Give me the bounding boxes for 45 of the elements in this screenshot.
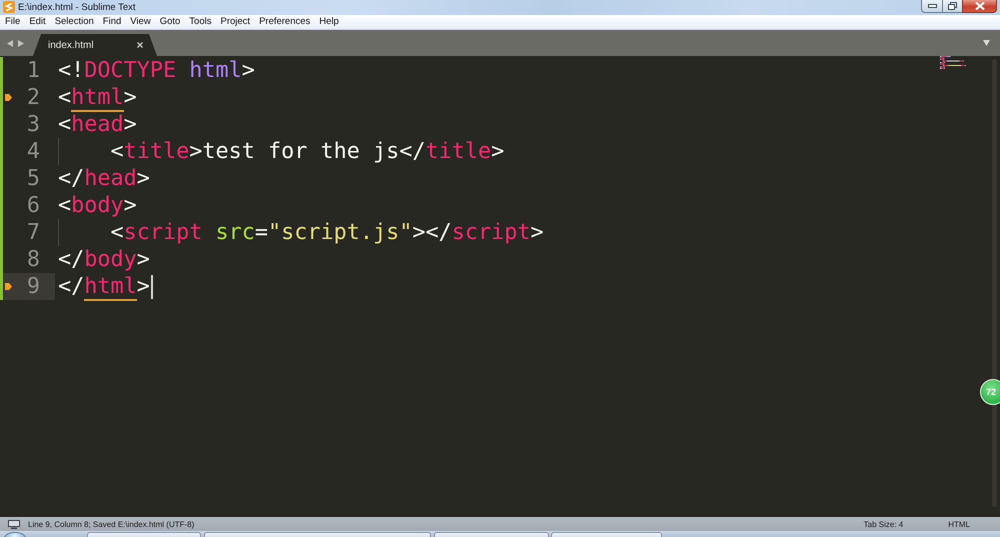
close-icon[interactable] xyxy=(137,42,143,48)
monitor-icon[interactable] xyxy=(8,520,20,528)
menu-item[interactable]: View xyxy=(126,15,155,29)
line-number: 4 xyxy=(26,138,41,165)
menu-item[interactable]: Selection xyxy=(50,15,98,29)
line-number: 1 xyxy=(26,57,41,84)
code-line: <html> xyxy=(58,84,137,111)
code-line: <head> xyxy=(58,111,137,138)
status-message: Line 9, Column 8; Saved E:\index.html (UTF-8) xyxy=(28,520,194,528)
triangle-down-icon[interactable] xyxy=(983,40,990,46)
code-line: <!DOCTYPE html> xyxy=(58,57,255,84)
line-number: 9 xyxy=(26,273,41,300)
file-tab[interactable]: index.html xyxy=(33,34,157,56)
line-number: 8 xyxy=(26,246,41,273)
syntax-label[interactable]: HTML xyxy=(948,520,970,528)
code-line: <script src="script.js"></script> xyxy=(58,219,544,246)
code-line: </html> xyxy=(58,273,150,300)
menu-item[interactable]: Find xyxy=(98,15,126,29)
close-icon xyxy=(974,2,984,10)
code-line: <body> xyxy=(58,192,137,219)
menu-item[interactable]: Tools xyxy=(185,15,216,29)
line-number: 6 xyxy=(26,192,41,219)
menu-item[interactable]: File xyxy=(1,15,24,29)
code-line: <title>test for the js</title> xyxy=(58,138,504,165)
triangle-right-icon[interactable] xyxy=(18,40,24,46)
code-line: </body> xyxy=(58,246,150,273)
minimize-button[interactable] xyxy=(921,0,942,13)
menu-item[interactable]: Edit xyxy=(25,15,50,29)
close-button[interactable] xyxy=(962,0,997,13)
menu-item[interactable]: Goto xyxy=(156,15,184,29)
minimize-icon xyxy=(928,4,936,8)
menu-item[interactable]: Preferences xyxy=(255,15,314,29)
code-line: </head> xyxy=(58,165,150,192)
triangle-left-icon[interactable] xyxy=(7,40,13,46)
line-number: 5 xyxy=(26,165,41,192)
window-title: E:\index.html - Sublime Text xyxy=(18,1,136,15)
tab-size-label[interactable]: Tab Size: 4 xyxy=(864,520,904,528)
line-number: 2 xyxy=(26,84,41,111)
menu-item[interactable]: Help xyxy=(315,15,343,29)
restore-button[interactable] xyxy=(942,0,962,13)
app-icon xyxy=(3,1,15,13)
line-number: 3 xyxy=(26,111,41,138)
restore-icon xyxy=(948,2,957,10)
line-number: 7 xyxy=(26,219,41,246)
menu-item[interactable]: Project xyxy=(216,15,254,29)
